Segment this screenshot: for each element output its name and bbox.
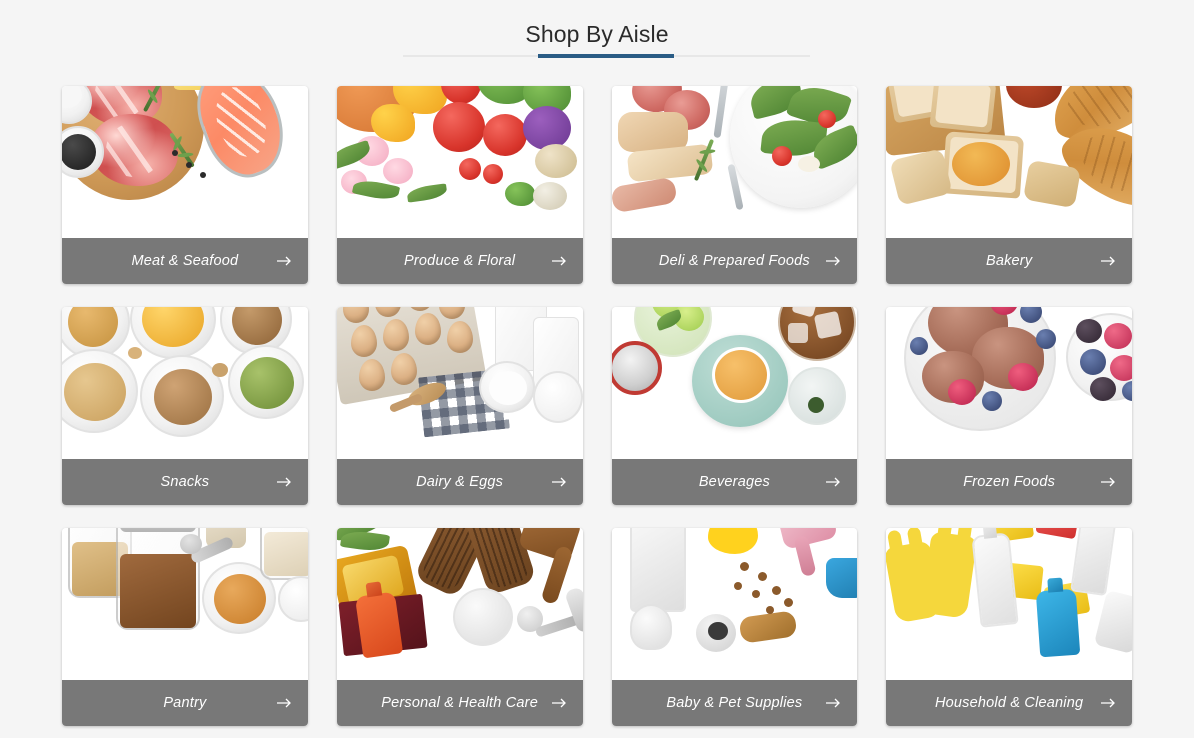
aisle-label-text: Snacks xyxy=(160,474,210,490)
snacks-photo xyxy=(62,307,308,459)
aisle-label-bar[interactable]: Dairy & Eggs xyxy=(336,459,583,505)
aisle-card-personal-health-care[interactable]: Personal & Health Care xyxy=(336,528,583,726)
arrow-right-icon xyxy=(825,474,841,490)
arrow-right-icon xyxy=(1100,253,1116,269)
arrow-right-icon xyxy=(825,253,841,269)
aisle-card-household-cleaning[interactable]: Household & Cleaning xyxy=(886,528,1132,726)
personal-and-health-care-photo xyxy=(336,528,583,680)
frozen-foods-photo xyxy=(886,307,1132,459)
aisle-label-bar[interactable]: Household & Cleaning xyxy=(886,680,1132,726)
deli-and-prepared-foods-photo xyxy=(611,86,858,238)
aisle-card-meat-seafood[interactable]: Meat & Seafood xyxy=(62,86,308,284)
bakery-photo xyxy=(886,86,1132,238)
aisle-label-text: Baby & Pet Supplies xyxy=(666,695,803,711)
arrow-right-icon xyxy=(276,474,292,490)
title-accent-underline xyxy=(538,54,674,58)
aisle-label-text: Beverages xyxy=(698,474,770,490)
aisle-label-bar[interactable]: Deli & Prepared Foods xyxy=(611,238,858,284)
meat-and-seafood-photo xyxy=(62,86,308,238)
aisle-label-text: Produce & Floral xyxy=(404,253,516,269)
aisle-label-bar[interactable]: Bakery xyxy=(886,238,1132,284)
baby-and-pet-supplies-photo xyxy=(611,528,858,680)
aisle-label-text: Personal & Health Care xyxy=(381,695,538,711)
aisle-label-bar[interactable]: Meat & Seafood xyxy=(62,238,308,284)
aisle-card-deli-prepared-foods[interactable]: Deli & Prepared Foods xyxy=(611,86,858,284)
arrow-right-icon xyxy=(551,253,567,269)
pantry-photo xyxy=(62,528,308,680)
dairy-and-eggs-photo xyxy=(336,307,583,459)
aisle-card-pantry[interactable]: Pantry xyxy=(62,528,308,726)
aisle-label-text: Household & Cleaning xyxy=(934,695,1084,711)
aisle-card-beverages[interactable]: Beverages xyxy=(611,307,858,505)
aisle-card-dairy-eggs[interactable]: Dairy & Eggs xyxy=(336,307,583,505)
aisle-card-bakery[interactable]: Bakery xyxy=(886,86,1132,284)
beverages-photo xyxy=(611,307,858,459)
aisle-label-text: Frozen Foods xyxy=(963,474,1056,490)
arrow-right-icon xyxy=(1100,474,1116,490)
household-and-cleaning-photo xyxy=(886,528,1132,680)
aisle-label-bar[interactable]: Personal & Health Care xyxy=(336,680,583,726)
arrow-right-icon xyxy=(551,474,567,490)
arrow-right-icon xyxy=(276,253,292,269)
aisle-label-text: Pantry xyxy=(163,695,207,711)
aisle-label-bar[interactable]: Frozen Foods xyxy=(886,459,1132,505)
arrow-right-icon xyxy=(276,695,292,711)
page-header: Shop By Aisle xyxy=(0,0,1194,70)
aisle-label-text: Bakery xyxy=(985,253,1033,269)
aisle-grid: Meat & Seafood Produce & Floral Deli & P… xyxy=(0,70,1194,726)
arrow-right-icon xyxy=(1100,695,1116,711)
aisle-label-bar[interactable]: Snacks xyxy=(62,459,308,505)
aisle-card-frozen-foods[interactable]: Frozen Foods xyxy=(886,307,1132,505)
page-title: Shop By Aisle xyxy=(525,21,669,47)
aisle-label-bar[interactable]: Baby & Pet Supplies xyxy=(611,680,858,726)
arrow-right-icon xyxy=(825,695,841,711)
aisle-card-baby-pet-supplies[interactable]: Baby & Pet Supplies xyxy=(611,528,858,726)
arrow-right-icon xyxy=(551,695,567,711)
aisle-label-bar[interactable]: Pantry xyxy=(62,680,308,726)
aisle-label-text: Deli & Prepared Foods xyxy=(658,253,810,269)
aisle-card-snacks[interactable]: Snacks xyxy=(62,307,308,505)
aisle-label-bar[interactable]: Beverages xyxy=(611,459,858,505)
aisle-label-text: Meat & Seafood xyxy=(131,253,239,269)
aisle-label-text: Dairy & Eggs xyxy=(416,474,504,490)
aisle-label-bar[interactable]: Produce & Floral xyxy=(336,238,583,284)
aisle-card-produce-floral[interactable]: Produce & Floral xyxy=(336,86,583,284)
produce-and-floral-photo xyxy=(336,86,583,238)
